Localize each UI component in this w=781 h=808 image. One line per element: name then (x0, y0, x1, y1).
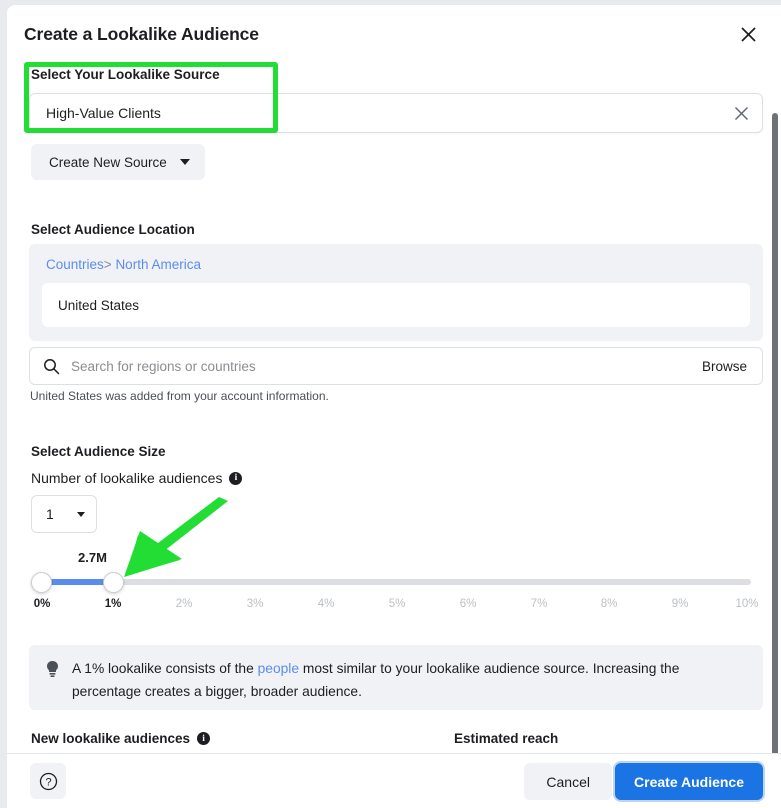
help-circle-icon: ? (39, 772, 57, 790)
chevron-down-icon (179, 159, 190, 165)
slider-tick-labels: 0% 1% 2% 3% 4% 5% 6% 7% 8% 9% 10% (31, 598, 759, 616)
number-of-audiences-text: Number of lookalike audiences (31, 470, 223, 486)
location-note: United States was added from your accoun… (30, 389, 329, 403)
slider-tick-4: 4% (317, 598, 335, 610)
location-card: Countries> North America United States (29, 244, 763, 341)
search-input[interactable] (60, 358, 702, 374)
slider-tick-3: 3% (246, 598, 264, 610)
new-lookalike-audiences-header: New lookalike audiences i (31, 731, 211, 746)
clear-source-button[interactable] (722, 94, 760, 132)
selected-location-row[interactable]: United States (42, 283, 750, 327)
arrow-annotation (124, 497, 228, 577)
lookalike-source-label: Select Your Lookalike Source (31, 67, 220, 82)
dialog-header: Create a Lookalike Audience (7, 5, 781, 57)
create-new-source-label: Create New Source (49, 154, 167, 170)
location-search-row[interactable]: Browse (29, 347, 763, 385)
info-icon[interactable]: i (229, 471, 243, 485)
selected-location-label: United States (58, 297, 140, 313)
number-of-audiences-value: 1 (46, 506, 54, 522)
audience-size-label: Select Audience Size (31, 444, 166, 459)
close-icon (740, 26, 756, 42)
people-link[interactable]: people (258, 661, 299, 676)
close-dialog-button[interactable] (734, 20, 762, 48)
svg-text:?: ? (45, 776, 51, 788)
number-of-audiences-select[interactable]: 1 (31, 495, 97, 533)
cancel-button[interactable]: Cancel (524, 763, 612, 800)
create-new-source-button[interactable]: Create New Source (31, 144, 205, 180)
breadcrumb: Countries> North America (46, 257, 201, 272)
chevron-down-icon (77, 511, 85, 517)
help-button[interactable]: ? (30, 763, 66, 799)
browse-button[interactable]: Browse (702, 359, 747, 374)
search-icon (43, 358, 60, 375)
lookalike-source-input[interactable]: High-Value Clients (29, 93, 763, 133)
create-audience-button[interactable]: Create Audience (615, 763, 763, 800)
info-icon[interactable]: i (197, 732, 211, 745)
audience-location-label: Select Audience Location (31, 222, 195, 237)
breadcrumb-countries[interactable]: Countries (46, 257, 104, 272)
info-tip-text: A 1% lookalike consists of the people mo… (72, 658, 741, 710)
slider-tick-2: 2% (175, 598, 193, 610)
scrollbar-thumb[interactable] (772, 113, 778, 799)
page-title: Create a Lookalike Audience (24, 24, 259, 44)
breadcrumb-north-america[interactable]: North America (115, 257, 201, 272)
scrollbar-track[interactable] (769, 57, 781, 799)
tip-text-before: A 1% lookalike consists of the (72, 661, 258, 676)
slider-tick-6: 6% (459, 598, 477, 610)
slider-tick-7: 7% (530, 598, 548, 610)
create-lookalike-audience-dialog: Create a Lookalike Audience Select Your … (7, 5, 781, 808)
dialog-footer: ? Cancel Create Audience (7, 753, 781, 808)
info-tip: A 1% lookalike consists of the people mo… (29, 645, 763, 710)
lookalike-source-value: High-Value Clients (46, 105, 161, 121)
slider-tick-9: 9% (671, 598, 689, 610)
slider-tick-1: 1% (104, 598, 122, 610)
slider-tick-8: 8% (600, 598, 618, 610)
slider-thumb-min[interactable] (31, 572, 52, 593)
slider-tick-10: 10% (735, 598, 759, 610)
number-of-audiences-label: Number of lookalike audiences i (31, 470, 243, 486)
close-icon (734, 106, 748, 120)
breadcrumb-separator: > (103, 257, 112, 272)
new-lookalike-audiences-text: New lookalike audiences (31, 731, 191, 746)
slider-tick-0: 0% (33, 598, 51, 610)
lightbulb-icon (47, 661, 58, 677)
estimated-reach-header: Estimated reach (454, 731, 559, 746)
slider-tick-5: 5% (388, 598, 406, 610)
